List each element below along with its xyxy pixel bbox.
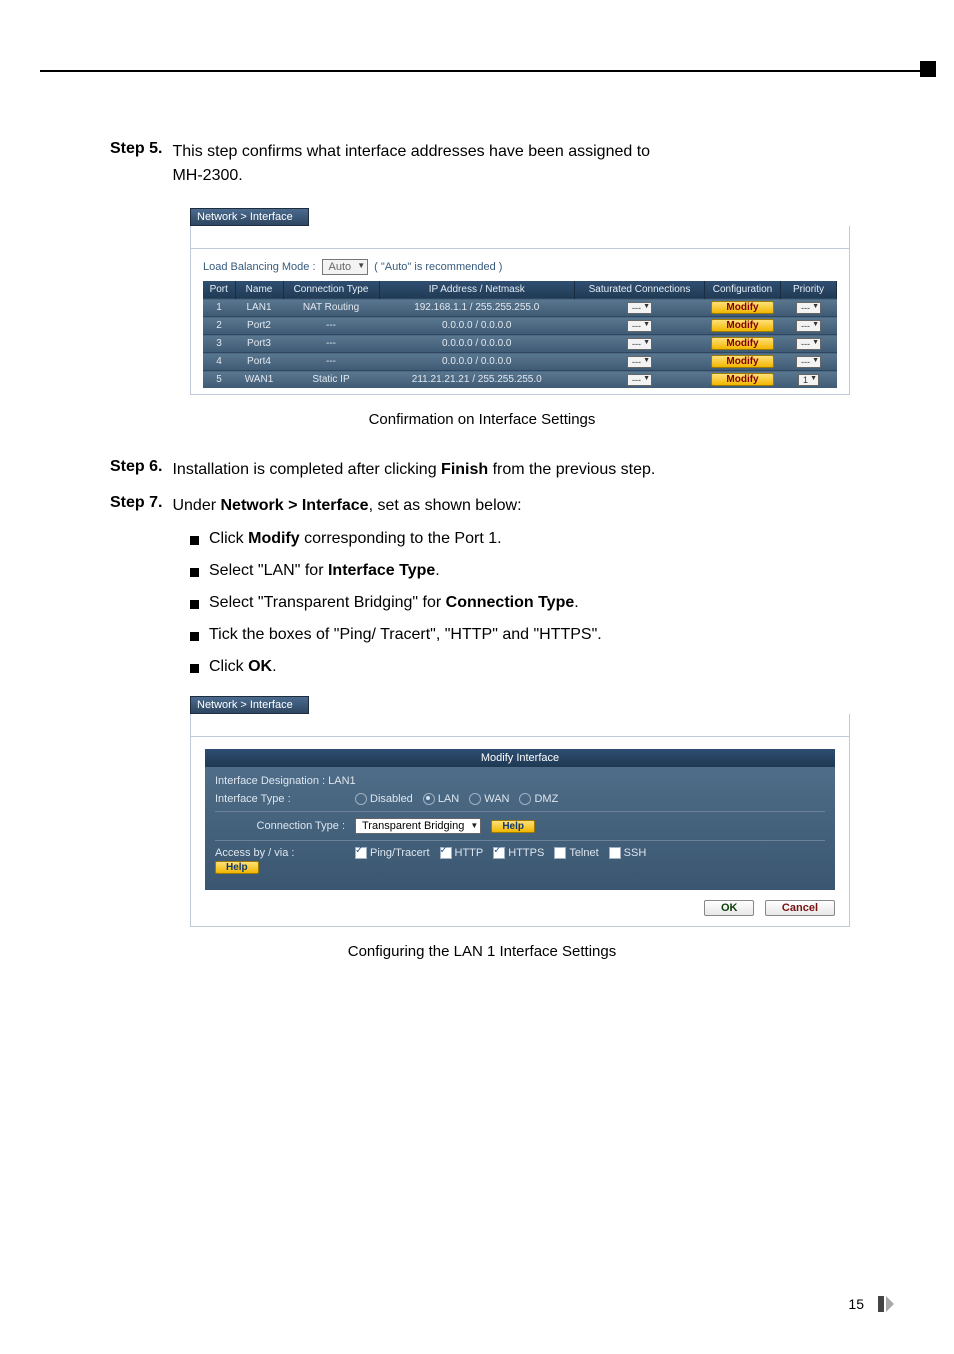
screenshot-interface-list: Network > Interface Load Balancing Mode … xyxy=(190,208,850,395)
screenshot-modify-interface: Network > Interface Modify Interface Int… xyxy=(190,696,850,927)
interface-type-label: Interface Type : xyxy=(215,793,345,805)
help-button[interactable]: Help xyxy=(215,861,259,874)
connection-type-label: Connection Type : xyxy=(215,820,345,832)
list-item: Tick the boxes of "Ping/ Tracert", "HTTP… xyxy=(190,626,854,644)
radio-dmz[interactable]: DMZ xyxy=(519,793,558,805)
step-7-label: Step 7. xyxy=(110,494,162,518)
modify-interface-title: Modify Interface xyxy=(205,749,835,767)
step-7-bullets: Click Modify corresponding to the Port 1… xyxy=(190,530,854,676)
page-marker-bar-icon xyxy=(878,1296,884,1312)
panel-blank-strip xyxy=(190,226,850,249)
step-5-text-a: This step confirms what interface addres… xyxy=(172,143,650,160)
header-square-icon xyxy=(920,61,936,77)
figure-caption-1: Confirmation on Interface Settings xyxy=(110,411,854,428)
access-by-via-label: Access by / via : Help xyxy=(215,847,345,874)
col-conn-type: Connection Type xyxy=(283,281,379,299)
radio-lan[interactable]: LAN xyxy=(423,793,459,805)
col-ip: IP Address / Netmask xyxy=(379,281,575,299)
col-config: Configuration xyxy=(705,281,781,299)
breadcrumb: Network > Interface xyxy=(190,696,309,714)
modify-button[interactable]: Modify xyxy=(711,337,773,350)
col-saturated: Saturated Connections xyxy=(575,281,705,299)
step-5-text-b: MH-2300. xyxy=(172,167,242,184)
modify-button[interactable]: Modify xyxy=(711,301,773,314)
bullet-icon xyxy=(190,536,199,545)
radio-wan[interactable]: WAN xyxy=(469,793,509,805)
figure-caption-2: Configuring the LAN 1 Interface Settings xyxy=(110,943,854,960)
load-balancing-select[interactable]: Auto xyxy=(322,259,369,275)
list-item: Click Modify corresponding to the Port 1… xyxy=(190,530,854,548)
saturated-select[interactable]: --- xyxy=(627,338,652,350)
saturated-select[interactable]: --- xyxy=(627,302,652,314)
connection-type-select[interactable]: Transparent Bridging xyxy=(355,818,481,834)
table-row: 1 LAN1 NAT Routing 192.168.1.1 / 255.255… xyxy=(203,299,837,317)
page-marker-arrow-icon xyxy=(886,1296,894,1312)
checkbox-https[interactable]: HTTPS xyxy=(493,847,544,859)
header-rule xyxy=(40,70,932,72)
priority-select[interactable]: --- xyxy=(796,356,821,368)
table-row: 2 Port2 --- 0.0.0.0 / 0.0.0.0 --- Modify… xyxy=(203,317,837,335)
checkbox-ping-tracert[interactable]: Ping/Tracert xyxy=(355,847,430,859)
modify-button[interactable]: Modify xyxy=(711,373,773,386)
col-priority: Priority xyxy=(781,281,837,299)
panel-blank-strip xyxy=(190,714,850,737)
step-7: Step 7. Under Network > Interface, set a… xyxy=(110,494,854,518)
bullet-icon xyxy=(190,632,199,641)
ok-button[interactable]: OK xyxy=(704,900,755,916)
saturated-select[interactable]: --- xyxy=(627,374,652,386)
step-5-body: This step confirms what interface addres… xyxy=(172,140,854,188)
table-row: 3 Port3 --- 0.0.0.0 / 0.0.0.0 --- Modify… xyxy=(203,335,837,353)
priority-select[interactable]: --- xyxy=(796,338,821,350)
load-balancing-label: Load Balancing Mode : xyxy=(203,261,316,273)
list-item: Select "Transparent Bridging" for Connec… xyxy=(190,594,854,612)
checkbox-telnet[interactable]: Telnet xyxy=(554,847,598,859)
bullet-icon xyxy=(190,600,199,609)
load-balancing-note: ( "Auto" is recommended ) xyxy=(374,261,502,273)
table-row: 5 WAN1 Static IP 211.21.21.21 / 255.255.… xyxy=(203,371,837,389)
col-name: Name xyxy=(235,281,283,299)
breadcrumb: Network > Interface xyxy=(190,208,309,226)
interface-designation-label: Interface Designation : LAN1 xyxy=(215,775,356,787)
cancel-button[interactable]: Cancel xyxy=(765,900,835,916)
step-6-body: Installation is completed after clicking… xyxy=(172,458,854,482)
modify-button[interactable]: Modify xyxy=(711,355,773,368)
list-item: Select "LAN" for Interface Type. xyxy=(190,562,854,580)
step-6: Step 6. Installation is completed after … xyxy=(110,458,854,482)
page-number: 15 xyxy=(848,1296,864,1312)
priority-select[interactable]: --- xyxy=(796,320,821,332)
table-row: 4 Port4 --- 0.0.0.0 / 0.0.0.0 --- Modify… xyxy=(203,353,837,371)
step-6-label: Step 6. xyxy=(110,458,162,482)
saturated-select[interactable]: --- xyxy=(627,320,652,332)
priority-select[interactable]: 1 xyxy=(798,374,819,386)
list-item: Click OK. xyxy=(190,658,854,676)
step-5-label: Step 5. xyxy=(110,140,162,188)
radio-disabled[interactable]: Disabled xyxy=(355,793,413,805)
step-5: Step 5. This step confirms what interfac… xyxy=(110,140,854,188)
bullet-icon xyxy=(190,568,199,577)
checkbox-http[interactable]: HTTP xyxy=(440,847,484,859)
priority-select[interactable]: --- xyxy=(796,302,821,314)
step-7-body: Under Network > Interface, set as shown … xyxy=(172,494,854,518)
checkbox-ssh[interactable]: SSH xyxy=(609,847,647,859)
modify-button[interactable]: Modify xyxy=(711,319,773,332)
bullet-icon xyxy=(190,664,199,673)
col-port: Port xyxy=(203,281,235,299)
help-button[interactable]: Help xyxy=(491,820,535,833)
saturated-select[interactable]: --- xyxy=(627,356,652,368)
interface-table: Port Name Connection Type IP Address / N… xyxy=(203,281,837,388)
